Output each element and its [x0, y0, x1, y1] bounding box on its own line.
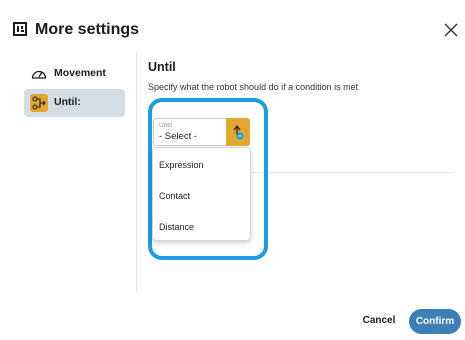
more-settings-dialog: More settings Movement Until: Until Spec… — [0, 0, 465, 340]
sidebar-item-label: Movement — [54, 67, 106, 79]
option-contact[interactable]: Contact — [153, 181, 250, 211]
until-select[interactable]: Until - Select - — [153, 118, 227, 146]
expression-button[interactable] — [226, 118, 250, 146]
option-expression[interactable]: Expression — [153, 150, 250, 180]
sidebar-item-label: Until: — [54, 96, 81, 108]
close-icon[interactable] — [443, 22, 459, 38]
ur-logo-icon — [13, 22, 27, 36]
until-settings-panel: Until Specify what the robot should do i… — [148, 52, 458, 292]
sidebar: Movement Until: — [0, 52, 137, 292]
sidebar-item-movement[interactable]: Movement — [24, 60, 125, 88]
cancel-button[interactable]: Cancel — [356, 311, 402, 331]
dialog-header: More settings — [0, 0, 465, 52]
section-title: Until — [148, 60, 176, 74]
option-label: Distance — [159, 222, 195, 232]
expression-hand-icon — [233, 125, 244, 140]
option-label: Expression — [159, 160, 204, 170]
confirm-button[interactable]: Confirm — [409, 309, 461, 334]
option-label: Contact — [159, 191, 191, 201]
select-value: - Select - — [159, 131, 198, 142]
until-dropdown-menu: Expression Contact Distance — [152, 147, 251, 241]
sidebar-item-until[interactable]: Until: — [24, 89, 125, 117]
section-description: Specify what the robot should do if a co… — [148, 82, 359, 92]
gauge-icon — [31, 70, 47, 79]
option-distance[interactable]: Distance — [153, 212, 250, 242]
dialog-title: More settings — [35, 21, 140, 38]
until-node-icon — [30, 94, 48, 112]
select-caption: Until — [159, 122, 173, 129]
